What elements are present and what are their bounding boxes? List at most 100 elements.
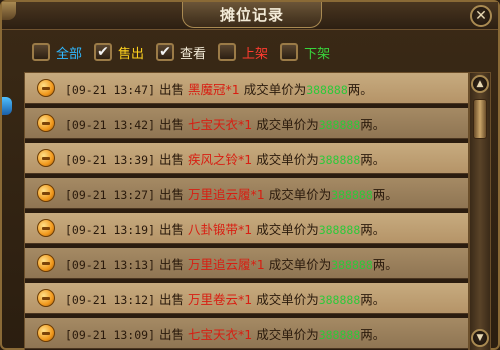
filter-list-label: 上架 [242,46,269,62]
record-price: 388888 [318,327,361,342]
list-item: [09-21 13:47] 出售 黑魔冠*1 成交单价为388888两。 [25,73,468,104]
record-action: 出售 [159,186,185,202]
record-item: 万里追云履*1 [188,186,265,202]
arrow-down-icon: ▼ [476,333,484,343]
scroll-up-button[interactable]: ▲ [471,75,489,93]
record-prefix: 成交单价为 [243,81,307,97]
scroll-down-button[interactable]: ▼ [471,329,489,347]
title-plate: 摊位记录 [182,2,322,28]
record-item: 七宝天衣*1 [188,326,253,342]
record-prefix: 成交单价为 [256,221,319,237]
coin-icon [37,79,55,97]
close-icon: ✕ [475,8,487,24]
record-text: [09-21 13:39] 出售 疾风之铃*1 成交单价为388888两。 [65,149,385,168]
record-price: 388888 [306,82,348,97]
record-action: 出售 [159,151,185,167]
record-price: 388888 [318,222,361,237]
stall-records-window: 摊位记录 ✕ 全部 ✔ 售出 ✔ 查看 上架 下架 [09-21 13:47] … [0,0,500,350]
record-prefix: 成交单价为 [256,291,319,307]
filter-sold-checkbox[interactable]: ✔ [94,43,113,61]
record-list: [09-21 13:47] 出售 黑魔冠*1 成交单价为388888两。 [09… [24,72,469,350]
record-action: 出售 [159,81,185,97]
record-price: 388888 [331,187,373,202]
title-bar[interactable]: 摊位记录 ✕ [2,2,498,30]
list-item: [09-21 13:27] 出售 万里追云履*1 成交单价为388888两。 [25,178,468,209]
filter-all-checkbox[interactable] [32,43,50,61]
record-prefix: 成交单价为 [256,326,319,342]
record-text: [09-21 13:12] 出售 万里卷云*1 成交单价为388888两。 [65,289,385,308]
list-item: [09-21 13:13] 出售 万里追云履*1 成交单价为388888两。 [25,248,468,279]
window-title: 摊位记录 [219,6,284,24]
record-item: 疾风之铃*1 [188,151,253,167]
filter-sold-label: 售出 [118,46,145,62]
record-prefix: 成交单价为 [268,256,332,272]
record-suffix: 两。 [360,151,386,167]
record-suffix: 两。 [372,186,398,202]
record-prefix: 成交单价为 [268,186,332,202]
record-suffix: 两。 [360,291,386,307]
scroll-thumb[interactable] [473,99,487,139]
record-suffix: 两。 [347,81,373,97]
record-time: [09-21 13:09] [65,327,156,342]
record-action: 出售 [159,291,185,307]
record-action: 出售 [159,221,185,237]
close-button[interactable]: ✕ [470,5,492,27]
coin-icon [37,149,55,167]
coin-icon [37,114,55,132]
record-time: [09-21 13:39] [65,152,156,167]
record-prefix: 成交单价为 [256,116,319,132]
record-price: 388888 [331,257,373,272]
list-item: [09-21 13:39] 出售 疾风之铃*1 成交单价为388888两。 [25,143,468,174]
coin-icon [37,324,55,342]
filter-view-checkbox[interactable]: ✔ [156,43,175,61]
coin-icon [37,254,55,272]
record-item: 万里卷云*1 [188,291,253,307]
scrollbar[interactable]: ▲ ▼ [469,72,491,350]
filter-delist-label: 下架 [304,46,331,62]
record-price: 388888 [318,292,361,307]
record-text: [09-21 13:09] 出售 七宝天衣*1 成交单价为388888两。 [65,324,385,343]
side-gem-icon [2,97,12,115]
filter-view-label: 查看 [180,46,207,62]
filter-delist[interactable]: 下架 [280,43,330,62]
list-item: [09-21 13:12] 出售 万里卷云*1 成交单价为388888两。 [25,283,468,314]
record-prefix: 成交单价为 [256,151,319,167]
list-item: [09-21 13:19] 出售 八卦锻带*1 成交单价为388888两。 [25,213,468,244]
coin-icon [37,219,55,237]
coin-icon [37,184,55,202]
list-item: [09-21 13:09] 出售 七宝天衣*1 成交单价为388888两。 [25,318,468,349]
filter-sold[interactable]: ✔ 售出 [94,43,144,62]
record-suffix: 两。 [372,256,398,272]
record-suffix: 两。 [360,221,386,237]
record-action: 出售 [159,116,185,132]
record-text: [09-21 13:13] 出售 万里追云履*1 成交单价为388888两。 [65,254,398,273]
record-action: 出售 [159,256,185,272]
record-time: [09-21 13:19] [65,222,156,237]
corner-ornament [2,2,16,20]
record-time: [09-21 13:27] [65,187,156,202]
list-item: [09-21 13:42] 出售 七宝天衣*1 成交单价为388888两。 [25,108,468,139]
record-action: 出售 [159,326,185,342]
coin-icon [37,289,55,307]
filter-delist-checkbox[interactable] [280,43,299,61]
record-text: [09-21 13:19] 出售 八卦锻带*1 成交单价为388888两。 [65,219,385,238]
record-time: [09-21 13:42] [65,117,156,132]
record-text: [09-21 13:47] 出售 黑魔冠*1 成交单价为388888两。 [65,79,373,98]
record-text: [09-21 13:42] 出售 七宝天衣*1 成交单价为388888两。 [65,114,385,133]
arrow-up-icon: ▲ [476,79,484,89]
filter-bar: 全部 ✔ 售出 ✔ 查看 上架 下架 [32,40,342,64]
record-item: 八卦锻带*1 [188,221,253,237]
filter-view[interactable]: ✔ 查看 [156,43,206,62]
record-suffix: 两。 [360,326,386,342]
record-text: [09-21 13:27] 出售 万里追云履*1 成交单价为388888两。 [65,184,398,203]
record-item: 黑魔冠*1 [188,81,240,97]
record-item: 万里追云履*1 [188,256,265,272]
filter-all[interactable]: 全部 [32,43,82,62]
record-time: [09-21 13:13] [65,257,156,272]
filter-list[interactable]: 上架 [218,43,268,62]
record-price: 388888 [318,152,361,167]
record-time: [09-21 13:12] [65,292,156,307]
filter-all-label: 全部 [56,46,83,62]
record-item: 七宝天衣*1 [188,116,253,132]
filter-list-checkbox[interactable] [218,43,237,61]
